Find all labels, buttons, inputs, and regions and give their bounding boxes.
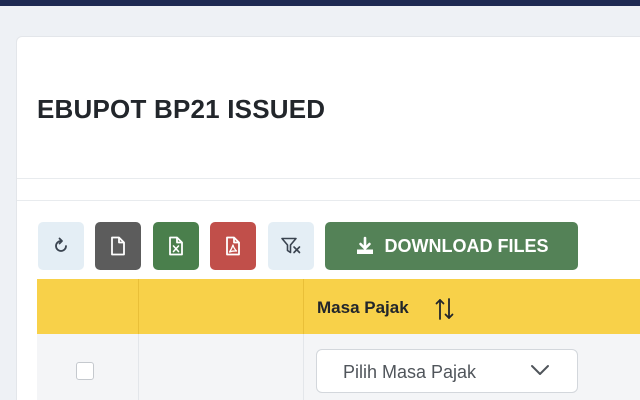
file-icon — [111, 236, 125, 256]
pdf-icon — [226, 236, 240, 256]
column-separator — [303, 279, 304, 334]
divider — [17, 200, 640, 201]
filter-clear-icon — [281, 237, 301, 254]
chevron-down-icon — [530, 363, 550, 382]
sort-icon[interactable] — [434, 296, 456, 327]
download-files-label: DOWNLOAD FILES — [384, 235, 549, 256]
excel-icon — [169, 236, 183, 256]
export-file-button[interactable] — [95, 222, 141, 270]
masa-pajak-select-placeholder: Pilih Masa Pajak — [343, 362, 477, 382]
divider — [17, 178, 640, 179]
column-separator — [138, 279, 139, 334]
column-separator — [138, 334, 139, 400]
download-files-button[interactable]: DOWNLOAD FILES — [325, 222, 578, 270]
clear-filter-button[interactable] — [268, 222, 314, 270]
top-app-bar — [0, 0, 640, 6]
select-all-checkbox[interactable] — [76, 362, 94, 380]
refresh-button[interactable] — [38, 222, 84, 270]
refresh-icon — [55, 237, 67, 252]
column-header-masa-pajak[interactable]: Masa Pajak — [317, 298, 409, 318]
download-icon — [356, 236, 373, 254]
page-title: EBUPOT BP21 ISSUED — [37, 94, 326, 124]
export-excel-button[interactable] — [153, 222, 199, 270]
export-pdf-button[interactable] — [210, 222, 256, 270]
column-separator — [303, 334, 304, 400]
